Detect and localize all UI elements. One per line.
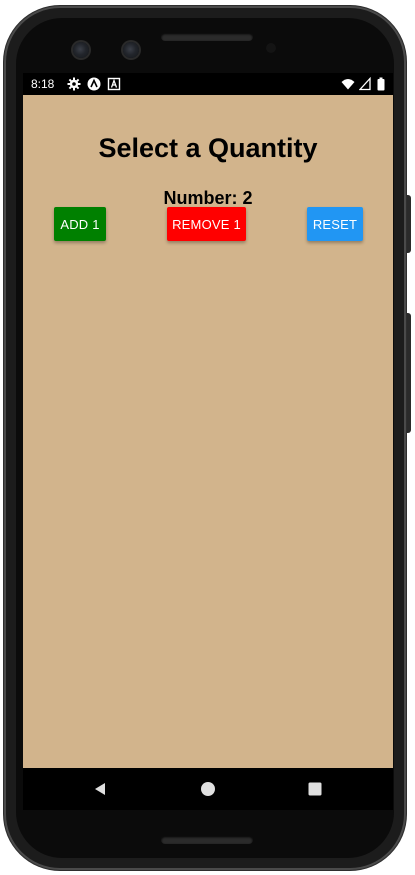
volume-rocker[interactable] (406, 313, 411, 433)
status-notification-icons (67, 77, 121, 91)
cellular-signal-icon (358, 76, 373, 91)
add-one-button-label: ADD 1 (60, 216, 100, 232)
wifi-icon (341, 77, 355, 91)
front-camera-secondary-icon (123, 42, 139, 58)
add-one-button[interactable]: ADD 1 (54, 207, 106, 241)
quantity-display: Number: 2 (163, 188, 253, 208)
power-button[interactable] (406, 195, 411, 253)
device-frame: 8:18 Select a Quantity Number: 2 ADD 1 R… (0, 0, 415, 875)
settings-gear-icon (67, 77, 81, 91)
back-triangle-icon[interactable] (80, 768, 120, 810)
status-bar: 8:18 (23, 73, 393, 95)
reset-button-label: RESET (312, 216, 358, 232)
react-native-icon (87, 77, 101, 91)
app-content: Select a Quantity Number: 2 ADD 1 REMOVE… (23, 95, 393, 768)
navigation-bar (23, 768, 393, 810)
page-title: Select a Quantity (98, 133, 318, 163)
app-screen: 8:18 Select a Quantity Number: 2 ADD 1 R… (23, 73, 393, 810)
home-circle-icon[interactable] (188, 768, 228, 810)
reset-button[interactable]: RESET (307, 207, 363, 241)
front-camera-icon (73, 42, 89, 58)
proximity-sensor (266, 43, 276, 53)
status-time: 8:18 (31, 77, 55, 91)
remove-one-button[interactable]: REMOVE 1 (167, 207, 246, 241)
remove-one-button-label: REMOVE 1 (172, 216, 241, 232)
earpiece-speaker (161, 33, 253, 41)
recents-square-icon[interactable] (295, 768, 335, 810)
battery-icon (377, 77, 385, 91)
bottom-speaker (161, 836, 253, 844)
font-a-icon (107, 77, 121, 91)
status-system-icons (341, 76, 385, 91)
